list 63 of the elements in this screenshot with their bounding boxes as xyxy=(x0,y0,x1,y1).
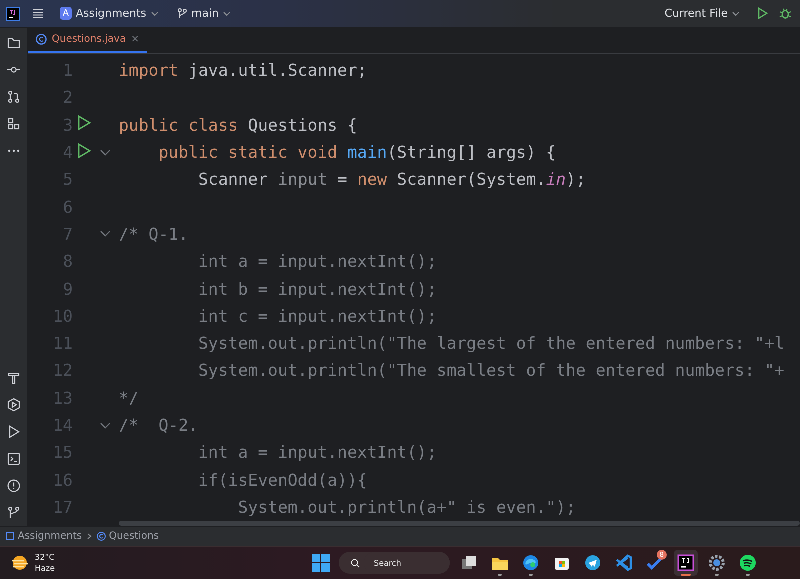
chevron-down-icon xyxy=(222,10,231,18)
chevron-down-icon xyxy=(732,10,740,18)
git-icon[interactable] xyxy=(6,506,20,520)
terminal-icon[interactable] xyxy=(6,452,20,466)
module-icon xyxy=(6,532,15,541)
problems-icon[interactable] xyxy=(6,479,20,493)
horizontal-scrollbar[interactable] xyxy=(119,521,800,526)
task-view-icon xyxy=(460,554,478,572)
code-line: /* Q-2. xyxy=(119,416,198,435)
structure-icon[interactable] xyxy=(6,117,20,131)
code-line: int a = input.nextInt(); xyxy=(198,443,437,462)
run-icon[interactable] xyxy=(6,425,20,439)
code-line: System.out.println(a+" is even."); xyxy=(238,498,576,517)
code-line: System.out.println("The largest of the entered numbers: "+l xyxy=(198,334,785,354)
services-icon[interactable] xyxy=(6,398,20,412)
branch-icon xyxy=(176,8,188,19)
weather-condition: Haze xyxy=(35,563,56,574)
run-gutter-icon[interactable] xyxy=(76,142,92,159)
class-icon xyxy=(97,532,106,541)
run-config-selector[interactable]: Current File xyxy=(658,6,746,21)
close-icon[interactable]: × xyxy=(131,34,140,45)
search-field[interactable]: Search xyxy=(339,552,450,574)
code-line: import java.util.Scanner; xyxy=(119,61,368,80)
code-line: public class Questions { xyxy=(119,116,358,135)
spotify-icon xyxy=(739,554,757,572)
code-line: int b = input.nextInt(); xyxy=(198,280,437,299)
file-tab[interactable]: Questions.java × xyxy=(28,28,148,53)
fold-chevron-icon[interactable] xyxy=(100,230,111,238)
run-gutter-icon[interactable] xyxy=(76,115,92,132)
code-line: */ xyxy=(119,388,139,408)
vscode-icon xyxy=(615,554,633,572)
code-line: int a = input.nextInt(); xyxy=(198,252,437,272)
branch-selector[interactable]: main xyxy=(172,5,235,22)
chevron-right-icon xyxy=(86,533,94,540)
project-badge: A xyxy=(60,7,72,20)
ide-icon xyxy=(677,554,695,572)
gear-icon xyxy=(708,554,726,572)
fold-chevron-icon[interactable] xyxy=(100,148,111,157)
bug-icon[interactable] xyxy=(779,7,792,20)
taskbar-app[interactable] xyxy=(674,550,698,576)
fold-chevron-icon[interactable] xyxy=(100,422,111,430)
weather-sun-icon[interactable] xyxy=(10,554,30,572)
code-line: System.out.println("The smallest of the entered numbers: "+ xyxy=(198,361,785,380)
breadcrumb[interactable]: Questions xyxy=(97,531,160,542)
code-line: int c = input.nextInt(); xyxy=(198,306,437,326)
search-icon xyxy=(351,558,360,568)
class-icon xyxy=(36,34,47,45)
app-logo-icon[interactable] xyxy=(6,6,20,20)
hammer-icon[interactable] xyxy=(6,371,20,385)
code-line: Scanner input = new Scanner(System.in); xyxy=(198,170,586,190)
pull-request-icon[interactable] xyxy=(6,90,20,104)
browser-icon xyxy=(522,554,540,572)
folder-icon[interactable] xyxy=(6,36,20,50)
code-line: /* Q-1. xyxy=(119,224,189,244)
temperature: 32°C xyxy=(35,552,56,563)
chevron-down-icon xyxy=(150,10,158,18)
breadcrumb[interactable]: Assignments xyxy=(6,531,82,542)
run-icon[interactable] xyxy=(756,7,769,20)
project-selector[interactable]: A Assignments xyxy=(56,5,162,22)
code-line: public static void main(String[] args) { xyxy=(158,143,556,162)
start-button[interactable] xyxy=(310,552,332,574)
code-line: if(isEvenOdd(a)){ xyxy=(198,470,368,490)
telegram-icon xyxy=(584,554,602,572)
